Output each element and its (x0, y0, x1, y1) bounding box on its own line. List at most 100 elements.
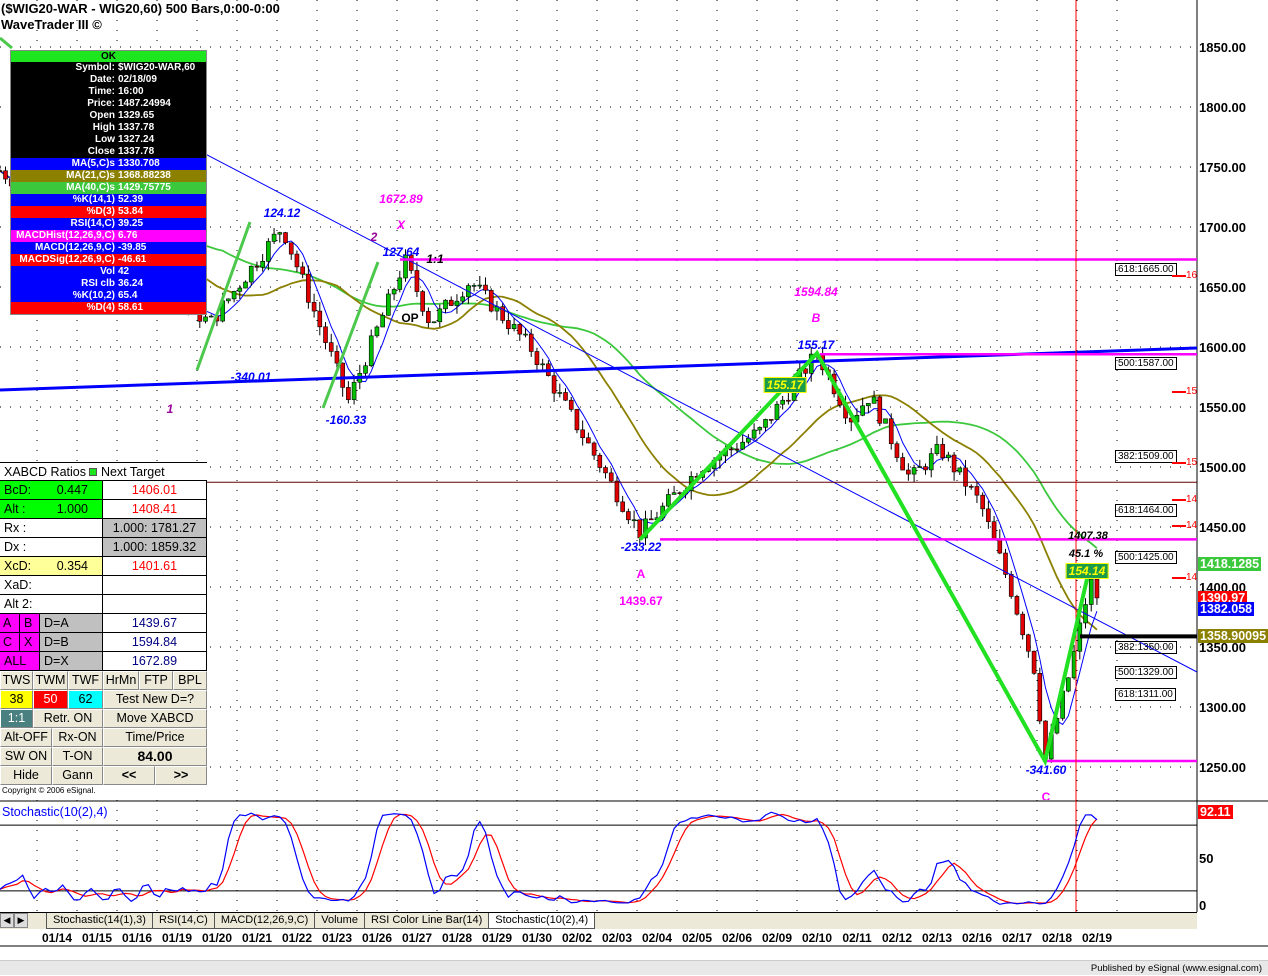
next-button[interactable]: >> (155, 766, 207, 785)
candle-body (306, 273, 311, 303)
target-cell: 1406.01 (103, 481, 207, 499)
tws-button[interactable]: TWS (0, 671, 33, 690)
retrace-50-button[interactable]: 50 (33, 690, 68, 709)
date-label: 02/04 (641, 931, 673, 945)
annotation-1-1: 1:1 (426, 252, 444, 266)
candle-body (1037, 673, 1043, 722)
date-label: 01/15 (81, 931, 113, 945)
candle-body (1008, 574, 1014, 597)
data-window-key: MA(21,C)s (66, 170, 115, 181)
candle-body (1031, 650, 1037, 674)
hrmn-button[interactable]: HrMn (103, 671, 139, 690)
candle-body (923, 466, 928, 471)
data-window-row: Date: 02/18/09 (11, 74, 206, 86)
t-on-button[interactable]: T-ON (52, 747, 103, 766)
ratio-cell: Alt 2: (0, 595, 103, 613)
candle-body (557, 392, 563, 394)
candle-body (637, 519, 643, 539)
xabcd-header: XABCD Ratios Next Target (0, 463, 207, 480)
data-window-row: %K(14,1) 52.39 (11, 194, 206, 206)
candle-body (340, 362, 345, 388)
data-window-key: Symbol: (75, 62, 115, 73)
prev-button[interactable]: << (103, 766, 155, 785)
hide-button[interactable]: Hide (0, 766, 52, 785)
date-label: 01/28 (441, 931, 473, 945)
stochastic-title: Stochastic(10(2),4) (2, 805, 108, 819)
candle-body (888, 418, 894, 445)
candle-body (483, 284, 488, 291)
point-c-button[interactable]: C (0, 633, 20, 651)
ftp-button[interactable]: FTP (139, 671, 173, 690)
annotation-160-33: -160.33 (325, 413, 367, 427)
d-label: D=X (40, 652, 103, 670)
indicator-tab[interactable]: Volume (314, 913, 365, 929)
xabcd-pattern-line (638, 349, 1093, 767)
xabcd-panel: XABCD Ratios Next Target BcD: 0.447 1406.0… (0, 462, 207, 797)
candle-body (946, 454, 951, 459)
indicator-tab[interactable]: RSI Color Line Bar(14) (363, 913, 490, 929)
indicator-tab[interactable]: Stochastic(10(2),4) (488, 913, 596, 929)
candle-body (900, 457, 905, 471)
ok-button[interactable]: OK (11, 51, 206, 62)
price-axis-label: 1550.00 (1199, 400, 1246, 415)
data-window-row: %K(10,2) 65.4 (11, 290, 206, 302)
indicator-tab[interactable]: Stochastic(14(1),3) (46, 913, 153, 929)
retrace-38-button[interactable]: 38 (0, 690, 33, 709)
tick-label: 14 (1186, 520, 1198, 531)
gann-button[interactable]: Gann (52, 766, 103, 785)
point-x-button[interactable]: X (20, 633, 40, 651)
data-window-value: 1327.24 (118, 134, 155, 145)
candle-body (477, 284, 483, 287)
candle-body (568, 399, 574, 410)
indicator-tab[interactable]: RSI(14,C) (151, 913, 215, 929)
value-field[interactable]: 84.00 (103, 747, 207, 766)
retr-on-button[interactable]: Retr. ON (33, 709, 103, 728)
point-b-button[interactable]: B (20, 614, 40, 632)
data-window-row: RSI clb 36.24 (11, 278, 206, 290)
price-axis-label: 1800.00 (1199, 100, 1246, 115)
candle-body (380, 315, 385, 328)
data-window-key: Open (89, 110, 115, 121)
sw-on-button[interactable]: SW ON (0, 747, 52, 766)
data-window-row: Time: 16:00 (11, 86, 206, 98)
indicator-tab[interactable]: MACD(12,26,9,C) (213, 913, 316, 929)
time-price-button[interactable]: Time/Price (103, 728, 207, 747)
candle-body (734, 448, 740, 451)
point-a-button[interactable]: A (0, 614, 20, 632)
annotation-233-22: -233.22 (620, 540, 662, 554)
candle-body (780, 399, 785, 405)
candle-body (426, 310, 431, 323)
candle-body (334, 351, 340, 364)
twm-button[interactable]: TWM (33, 671, 68, 690)
retrace-62-button[interactable]: 62 (68, 690, 103, 709)
data-window-value: 1487.24994 (118, 98, 171, 109)
point-all-button[interactable]: ALL (0, 652, 40, 670)
candle-body (866, 403, 871, 407)
scroll-left-button[interactable]: ◀ (0, 913, 14, 928)
data-window-value: 02/18/09 (118, 74, 157, 85)
ratio-cell: Dx : (0, 538, 103, 556)
annotation-x-price: 1672.89 (379, 192, 423, 206)
candle-body (271, 233, 277, 242)
d-target-row: C X D=B 1594.84 (0, 633, 207, 652)
rx-on-button[interactable]: Rx-ON (52, 728, 103, 747)
data-window-value: 1330.708 (118, 158, 160, 169)
test-new-d-button[interactable]: Test New D=? (103, 690, 207, 709)
alt-off-button[interactable]: Alt-OFF (0, 728, 52, 747)
candle-body (740, 441, 745, 450)
scroll-right-button[interactable]: ▶ (14, 913, 28, 928)
annotation-x-label: X (396, 218, 406, 232)
data-window-row: MA(21,C)s 1368.88238 (11, 170, 206, 182)
candle-body (346, 387, 351, 400)
price-axis-label: 1300.00 (1199, 700, 1246, 715)
bpl-button[interactable]: BPL (173, 671, 207, 690)
data-window-key: MA(40,C)s (66, 182, 115, 193)
one-to-one-button[interactable]: 1:1 (0, 709, 33, 728)
annotation-124-12: 124.12 (263, 206, 301, 220)
stochastic-axis-50: 50 (1199, 851, 1214, 866)
data-window-row: %D(3) 53.84 (11, 206, 206, 218)
date-label: 01/23 (321, 931, 353, 945)
move-xabcd-button[interactable]: Move XABCD (103, 709, 207, 728)
twf-button[interactable]: TWF (68, 671, 103, 690)
annotation-op: OP (401, 311, 419, 325)
